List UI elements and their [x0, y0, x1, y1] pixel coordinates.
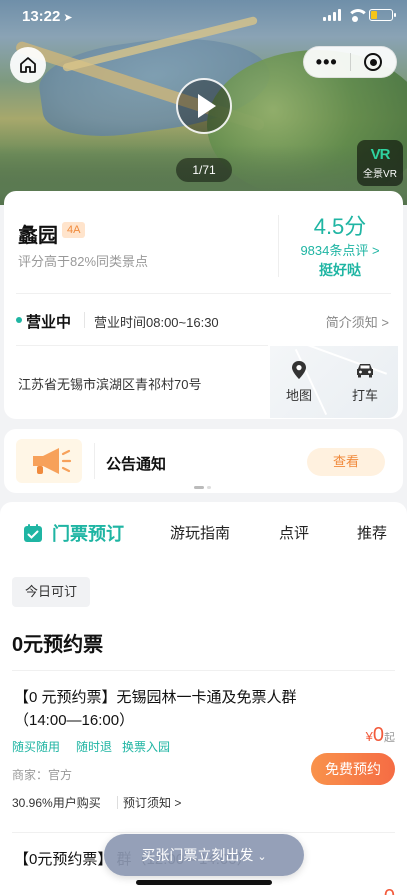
signal-icon	[323, 9, 341, 21]
level-badge: 4A	[62, 222, 86, 238]
divider	[16, 293, 391, 294]
notice-card[interactable]: 公告通知 查看	[4, 429, 403, 493]
vr-button[interactable]: VR 全景VR	[357, 140, 403, 186]
price-value: 0	[372, 724, 384, 746]
scenic-name: 蠡园	[18, 225, 58, 247]
divider	[16, 345, 268, 346]
status-time: 13:22 ➤	[22, 8, 73, 25]
map-pin-icon	[292, 361, 306, 379]
more-icon[interactable]: •••	[304, 48, 350, 76]
price-suffix: 起	[384, 732, 395, 744]
score-value[interactable]: 4.5分	[280, 209, 400, 241]
scenic-info-card: 蠡园 4A 评分高于82%同类景点 4.5分 9834条点评 > 挺好哒 营业中…	[4, 191, 403, 419]
status-indicators	[323, 9, 396, 22]
ticket-calendar-icon	[24, 524, 42, 542]
home-icon	[20, 57, 36, 73]
open-status: 营业中	[26, 314, 72, 331]
divider	[117, 796, 118, 809]
car-icon	[357, 364, 373, 378]
status-bar: 13:22 ➤	[0, 0, 407, 34]
close-miniprogram-button[interactable]	[350, 53, 396, 71]
buy-ticket-float-button[interactable]: 买张门票立刻出发 ⌄	[104, 834, 304, 876]
booking-notice-link[interactable]: 预订须知 >	[123, 794, 181, 811]
divider	[12, 670, 395, 671]
home-indicator	[136, 880, 272, 885]
tab-recommend[interactable]: 推荐	[357, 516, 387, 552]
location-arrow-icon: ➤	[63, 12, 73, 24]
battery-level	[371, 11, 377, 19]
tab-tickets[interactable]: 门票预订	[52, 516, 124, 552]
divider	[94, 443, 95, 479]
tab-guide[interactable]: 游玩指南	[170, 516, 230, 552]
merchant-text: 商家：官方	[12, 768, 73, 782]
status-time-text: 13:22	[22, 8, 61, 25]
opening-hours: 营业时间08:00~16:30	[94, 315, 219, 330]
price-currency: ¥	[365, 729, 373, 744]
hero-banner[interactable]: 13:22 ➤ ••• 1/71 VR 全景VR	[0, 0, 407, 205]
vr-label: 全景VR	[363, 169, 397, 180]
review-count-link[interactable]: 9834条点评 >	[280, 240, 400, 259]
rank-text: 评分高于82%同类景点	[18, 254, 149, 269]
section-title: 0元预约票	[12, 634, 104, 656]
miniprogram-capsule: •••	[303, 46, 397, 78]
megaphone-icon	[16, 439, 82, 483]
score-divider	[278, 215, 279, 277]
ticket-feature: 随时退	[76, 740, 113, 754]
ticket-title[interactable]: 【0 元预约票】无锡园林一卡通及免票人群（14:00—16:00）	[14, 686, 304, 732]
today-available-chip[interactable]: 今日可订	[12, 577, 90, 607]
address-text[interactable]: 江苏省无锡市滨湖区青祁村70号	[18, 374, 201, 393]
play-icon[interactable]	[176, 78, 232, 134]
photo-counter: 1/71	[176, 158, 232, 182]
score-tag: 挺好哒	[319, 262, 361, 278]
home-button[interactable]	[10, 47, 46, 83]
intro-notice-link[interactable]: 简介须知 >	[326, 312, 389, 331]
tab-bar: 门票预订 游玩指南 点评 推荐	[0, 516, 407, 552]
wifi-icon	[347, 9, 369, 22]
ticket-feature: 随买随用	[12, 740, 61, 754]
taxi-button[interactable]: 打车	[340, 359, 390, 404]
target-icon	[364, 53, 383, 71]
float-button-label: 买张门票立刻出发	[141, 847, 254, 863]
ticket-price: 0	[384, 886, 395, 895]
carousel-dots	[194, 486, 211, 489]
map-button[interactable]: 地图	[274, 359, 324, 404]
notice-title: 公告通知	[106, 456, 167, 473]
view-notice-button[interactable]: 查看	[307, 448, 385, 476]
vr-icon: VR	[370, 146, 391, 163]
map-label: 地图	[285, 388, 312, 403]
battery-icon	[369, 9, 396, 21]
tab-reviews[interactable]: 点评	[279, 516, 309, 552]
chevron-down-icon: ⌄	[257, 851, 267, 863]
taxi-label: 打车	[351, 388, 378, 403]
ticket-feature: 换票入园	[122, 740, 171, 754]
open-status-dot	[16, 317, 22, 323]
divider	[12, 832, 395, 833]
purchase-stat: 30.96%用户购买	[12, 796, 101, 810]
ticket-price: ¥0起	[366, 724, 395, 747]
divider	[84, 312, 85, 328]
free-booking-button[interactable]: 免费预约	[311, 753, 395, 785]
